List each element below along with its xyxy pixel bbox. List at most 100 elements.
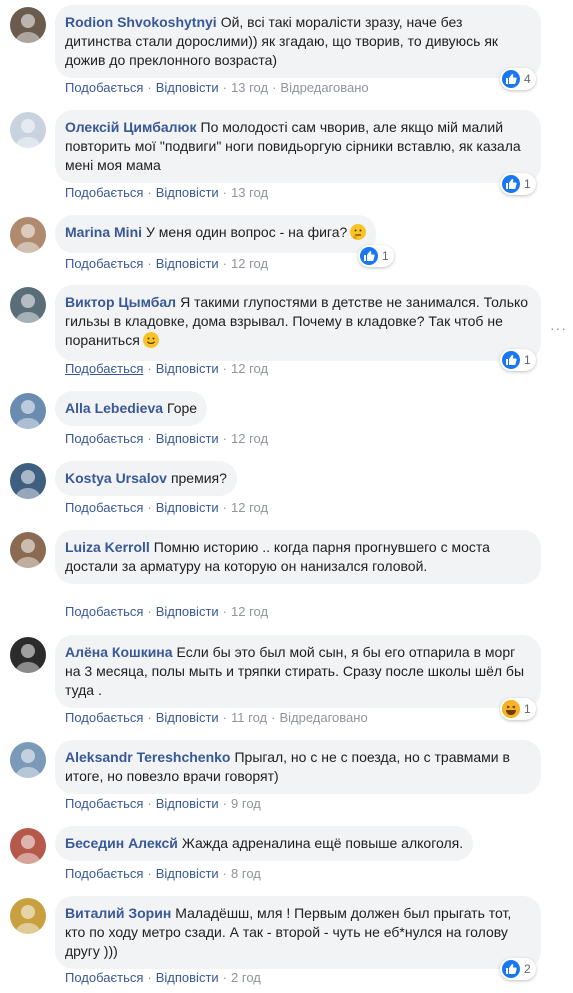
avatar[interactable]	[10, 217, 46, 253]
comment-timestamp[interactable]: 13 год	[231, 80, 268, 95]
avatar[interactable]	[10, 112, 46, 148]
like-button[interactable]: Подобається	[65, 970, 143, 985]
separator: ·	[222, 866, 228, 881]
reply-button[interactable]: Відповісти	[156, 604, 219, 619]
smiling-face-icon	[142, 332, 159, 351]
separator: ·	[222, 256, 228, 271]
reply-button[interactable]: Відповісти	[156, 796, 219, 811]
like-icon	[502, 70, 520, 88]
comment-timestamp[interactable]: 2 год	[231, 970, 261, 985]
comment-bubble: Rodion Shvokoshytnyi Ой, всі такі мораліс…	[55, 5, 541, 78]
comment-bubble: Олексій Цимбалюк По молодості сам чворив,…	[55, 110, 541, 183]
reply-button[interactable]: Відповісти	[156, 185, 219, 200]
comment-author[interactable]: Marina Mini	[65, 224, 142, 240]
reaction-number: 1	[524, 353, 531, 367]
comment-timestamp[interactable]: 13 год	[231, 185, 268, 200]
avatar[interactable]	[10, 637, 46, 673]
comment-author[interactable]: Kostya Ursalov	[65, 470, 167, 486]
like-button[interactable]: Подобається	[65, 80, 143, 95]
comment-actions: Подобається · Відповісти · 12 год	[65, 361, 268, 376]
comment-text: премия?	[170, 470, 227, 486]
reaction-count[interactable]: 1	[500, 698, 536, 720]
haha-icon	[502, 700, 520, 718]
like-button[interactable]: Подобається	[65, 796, 143, 811]
comment-bubble: Luiza Kerroll Помню историю .. когда парн…	[55, 530, 541, 584]
reaction-count[interactable]: 2	[500, 958, 536, 980]
comment-author[interactable]: Виктор Цымбал	[65, 294, 176, 310]
comment-actions: Подобається · Відповісти · 13 год	[65, 185, 268, 200]
like-button[interactable]: Подобається	[65, 256, 143, 271]
comment-timestamp[interactable]: 8 год	[231, 866, 261, 881]
comment-author[interactable]: Alla Lebedieva	[65, 400, 163, 416]
separator: ·	[222, 80, 228, 95]
avatar[interactable]	[10, 463, 46, 499]
edited-label[interactable]: Відредаговано	[279, 710, 367, 725]
avatar[interactable]	[10, 7, 46, 43]
reaction-count[interactable]: 1	[358, 245, 394, 267]
comment-bubble: Kostya Ursalov премия?	[55, 461, 237, 496]
comment-timestamp[interactable]: 12 год	[231, 256, 268, 271]
avatar[interactable]	[10, 898, 46, 934]
comment-text: Жажда адреналина ещё повыше алкоголя.	[181, 835, 464, 851]
comment-timestamp[interactable]: 9 год	[231, 796, 261, 811]
comment-actions: Подобається · Відповісти · 11 год · Відредагов…	[65, 710, 368, 725]
like-button[interactable]: Подобається	[65, 500, 143, 515]
reply-button[interactable]: Відповісти	[156, 970, 219, 985]
like-button[interactable]: Подобається	[65, 866, 143, 881]
comment-bubble: Беседин Алексй Жажда адреналина ещё повыш…	[55, 826, 474, 861]
comment-timestamp[interactable]: 11 год	[231, 710, 267, 725]
separator: ·	[222, 185, 228, 200]
reply-button[interactable]: Відповісти	[156, 431, 219, 446]
like-button[interactable]: Подобається	[65, 431, 143, 446]
separator: ·	[147, 604, 152, 619]
separator: ·	[222, 431, 228, 446]
separator: ·	[147, 796, 152, 811]
separator: ·	[147, 361, 152, 376]
comment-author[interactable]: Беседин Алексй	[65, 835, 178, 851]
reply-button[interactable]: Відповісти	[156, 256, 219, 271]
comment-timestamp[interactable]: 12 год	[231, 604, 268, 619]
separator: ·	[147, 185, 152, 200]
avatar[interactable]	[10, 828, 46, 864]
comment-author[interactable]: Виталий Зорин	[65, 905, 171, 921]
reply-button[interactable]: Відповісти	[156, 361, 219, 376]
comment-bubble: Marina Mini У меня один вопрос - на фига?	[55, 215, 377, 253]
comment-author[interactable]: Aleksandr Tereshchenko	[65, 749, 230, 765]
separator: ·	[222, 710, 228, 725]
reply-button[interactable]: Відповісти	[156, 80, 219, 95]
avatar[interactable]	[10, 532, 46, 568]
comment-author[interactable]: Rodion Shvokoshytnyi	[65, 14, 217, 30]
reply-button[interactable]: Відповісти	[156, 866, 219, 881]
edited-label[interactable]: Відредаговано	[280, 80, 368, 95]
comment-bubble: Aleksandr Tereshchenko Прыгал, но с не с …	[55, 740, 541, 794]
separator: ·	[222, 796, 228, 811]
like-button[interactable]: Подобається	[65, 710, 143, 725]
like-button[interactable]: Подобається	[65, 361, 143, 376]
avatar[interactable]	[10, 287, 46, 323]
comment-actions: Подобається · Відповісти · 12 год	[65, 500, 268, 515]
reply-button[interactable]: Відповісти	[156, 710, 219, 725]
comment-author[interactable]: Алёна Кошкина	[65, 644, 173, 660]
comment-actions: Подобається · Відповісти · 2 год	[65, 970, 261, 985]
reaction-count[interactable]: 4	[500, 68, 536, 90]
like-icon	[360, 247, 378, 265]
avatar[interactable]	[10, 393, 46, 429]
comment-timestamp[interactable]: 12 год	[231, 431, 268, 446]
comment-timestamp[interactable]: 12 год	[231, 361, 268, 376]
like-button[interactable]: Подобається	[65, 604, 143, 619]
comment-author[interactable]: Luiza Kerroll	[65, 539, 150, 555]
reaction-count[interactable]: 1	[500, 173, 536, 195]
reply-button[interactable]: Відповісти	[156, 500, 219, 515]
comment-author[interactable]: Олексій Цимбалюк	[65, 119, 197, 135]
like-button[interactable]: Подобається	[65, 185, 143, 200]
comment-timestamp[interactable]: 12 год	[231, 500, 268, 515]
reaction-number: 1	[524, 177, 531, 191]
separator: ·	[222, 500, 228, 515]
comment-bubble: Алёна Кошкина Если бы это был мой сын, я …	[55, 635, 541, 708]
avatar[interactable]	[10, 742, 46, 778]
separator: ·	[147, 970, 152, 985]
comment-actions: Подобається · Відповісти · 8 год	[65, 866, 261, 881]
more-options-icon[interactable]: ···	[550, 320, 567, 336]
reaction-number: 2	[524, 962, 531, 976]
reaction-count[interactable]: 1	[500, 349, 536, 371]
